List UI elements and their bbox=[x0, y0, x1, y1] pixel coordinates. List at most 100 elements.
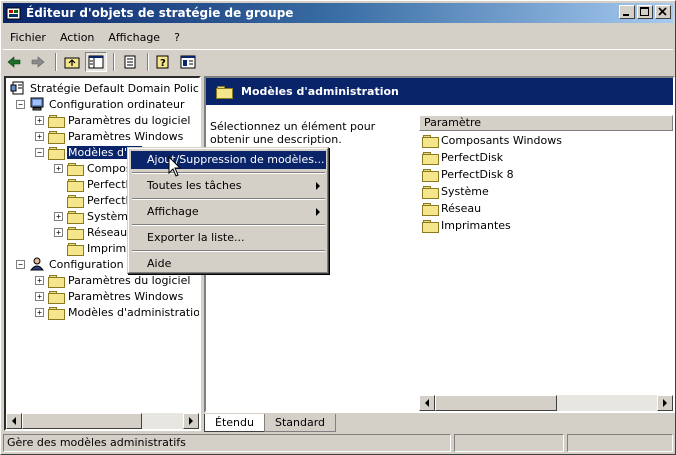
tree-label-cc-windows: Paramètres Windows bbox=[68, 129, 184, 143]
tree-item-cc-software[interactable]: + Paramètres du logiciel bbox=[35, 112, 191, 128]
mouse-cursor-icon bbox=[168, 155, 182, 178]
menu-item-help[interactable]: Aide bbox=[131, 255, 326, 273]
menu-action[interactable]: Action bbox=[53, 29, 101, 46]
folder-icon bbox=[67, 162, 84, 176]
collapse-icon[interactable]: − bbox=[16, 259, 25, 269]
list-item[interactable]: Composants Windows bbox=[422, 132, 562, 149]
menu-affichage[interactable]: Affichage bbox=[101, 29, 167, 46]
tree-item-user-config[interactable]: − Configuration ut bbox=[16, 256, 139, 272]
maximize-button[interactable] bbox=[637, 5, 653, 19]
folder-icon bbox=[422, 202, 439, 216]
details-title: Modèles d'administration bbox=[241, 85, 399, 98]
export-list-icon[interactable] bbox=[119, 52, 141, 72]
close-button[interactable] bbox=[655, 5, 671, 19]
submenu-arrow-icon bbox=[316, 182, 320, 190]
tree-horizontal-scrollbar[interactable] bbox=[6, 413, 199, 429]
expand-icon[interactable]: + bbox=[54, 163, 63, 173]
menu-fichier[interactable]: Fichier bbox=[3, 29, 53, 46]
computer-icon bbox=[29, 97, 45, 111]
list-item[interactable]: Système bbox=[422, 183, 489, 200]
tree-label-child: Compos bbox=[87, 161, 132, 175]
column-header-parametre[interactable]: Paramètre bbox=[419, 115, 673, 131]
tree-item-cc-admin-child[interactable]: Imprima bbox=[67, 240, 134, 256]
menu-help[interactable]: ? bbox=[167, 29, 187, 46]
minimize-button[interactable] bbox=[619, 5, 635, 19]
tree-item-uc-windows[interactable]: + Paramètres Windows bbox=[35, 288, 184, 304]
list-horizontal-scrollbar[interactable] bbox=[419, 395, 673, 411]
tab-etendu[interactable]: Étendu bbox=[204, 414, 265, 432]
scroll-right-icon[interactable] bbox=[183, 413, 199, 429]
context-menu: Ajout/Suppression de modèles... Toutes l… bbox=[127, 147, 329, 274]
menu-item-view[interactable]: Affichage bbox=[131, 203, 326, 221]
folder-icon bbox=[422, 134, 439, 148]
folder-icon bbox=[422, 168, 439, 182]
menu-separator bbox=[132, 172, 325, 174]
details-header: Modèles d'administration bbox=[206, 78, 673, 105]
list-item-label: Réseau bbox=[441, 202, 482, 215]
tree-item-computer-config[interactable]: − Configuration ordinateur bbox=[16, 96, 185, 112]
menu-separator bbox=[132, 250, 325, 252]
expand-icon[interactable]: + bbox=[54, 211, 63, 221]
forward-arrow-icon[interactable] bbox=[27, 52, 49, 72]
back-arrow-icon[interactable] bbox=[3, 52, 25, 72]
folder-icon bbox=[67, 178, 84, 192]
scroll-right-icon[interactable] bbox=[657, 395, 673, 411]
expand-icon[interactable]: + bbox=[35, 291, 44, 301]
show-hide-tree-icon[interactable] bbox=[85, 51, 107, 72]
expand-icon[interactable]: + bbox=[54, 227, 63, 237]
list-item[interactable]: Imprimantes bbox=[422, 217, 511, 234]
toolbar: ? bbox=[3, 49, 673, 73]
folder-icon bbox=[216, 85, 233, 99]
expand-icon[interactable]: + bbox=[35, 115, 44, 125]
menu-item-all-tasks[interactable]: Toutes les tâches bbox=[131, 177, 326, 195]
list-item-label: Imprimantes bbox=[441, 219, 511, 232]
scrollbar-thumb[interactable] bbox=[435, 395, 557, 411]
expand-icon[interactable]: + bbox=[35, 131, 44, 141]
title-bar[interactable]: Éditeur d'objets de stratégie de groupe bbox=[3, 3, 673, 23]
scroll-left-icon[interactable] bbox=[6, 413, 22, 429]
status-text: Gère des modèles administratifs bbox=[3, 434, 451, 452]
collapse-icon[interactable]: − bbox=[35, 147, 44, 157]
description-text: Sélectionnez un élément pour obtenir une… bbox=[210, 120, 376, 146]
tree-item-cc-windows[interactable]: + Paramètres Windows bbox=[35, 128, 184, 144]
scroll-left-icon[interactable] bbox=[419, 395, 435, 411]
tree-label-computer-config: Configuration ordinateur bbox=[49, 97, 185, 111]
status-panel bbox=[567, 434, 673, 452]
tree-item-cc-admin-child[interactable]: PerfectD bbox=[67, 176, 135, 192]
folder-icon bbox=[48, 114, 65, 128]
tree-item-uc-admin[interactable]: + Modèles d'administration bbox=[35, 304, 199, 320]
folder-icon bbox=[48, 130, 65, 144]
up-folder-icon[interactable] bbox=[61, 52, 83, 72]
tree-item-cc-admin-child[interactable]: + Systèm bbox=[54, 208, 129, 224]
policy-icon bbox=[10, 81, 26, 95]
expand-icon[interactable]: + bbox=[35, 307, 44, 317]
list-item[interactable]: PerfectDisk 8 bbox=[422, 166, 514, 183]
expand-icon[interactable]: + bbox=[35, 275, 44, 285]
scrollbar-thumb[interactable] bbox=[22, 413, 142, 429]
collapse-icon[interactable]: − bbox=[16, 99, 25, 109]
properties-icon[interactable] bbox=[177, 52, 199, 72]
folder-icon bbox=[48, 290, 65, 304]
tree-item-uc-software[interactable]: + Paramètres du logiciel bbox=[35, 272, 191, 288]
list-item[interactable]: Réseau bbox=[422, 200, 481, 217]
folder-icon bbox=[67, 242, 84, 256]
tree-item-cc-admin-child[interactable]: + Compos bbox=[54, 160, 133, 176]
tree-label-root: Stratégie Default Domain Policy [ta bbox=[30, 81, 199, 95]
window-title: Éditeur d'objets de stratégie de groupe bbox=[26, 6, 294, 20]
folder-icon bbox=[48, 274, 65, 288]
list-item[interactable]: PerfectDisk bbox=[422, 149, 503, 166]
toolbar-separator bbox=[113, 52, 115, 71]
tab-standard[interactable]: Standard bbox=[263, 414, 337, 432]
tree-item-cc-admin-child[interactable]: PerfectD bbox=[67, 192, 135, 208]
tree-item-root[interactable]: Stratégie Default Domain Policy [ta bbox=[10, 80, 199, 96]
folder-icon bbox=[422, 219, 439, 233]
folder-icon bbox=[67, 210, 84, 224]
tree-item-cc-admin[interactable]: − Modèles d'ad bbox=[35, 144, 142, 160]
mmc-window: Éditeur d'objets de stratégie de groupe … bbox=[0, 0, 676, 455]
help-icon[interactable]: ? bbox=[153, 52, 175, 72]
menu-item-export-list[interactable]: Exporter la liste... bbox=[131, 229, 326, 247]
gpo-editor-icon bbox=[6, 5, 22, 21]
tree-label-user-config: Configuration ut bbox=[49, 257, 139, 271]
menu-item-add-remove-templates[interactable]: Ajout/Suppression de modèles... bbox=[131, 151, 326, 169]
tree-item-cc-admin-child[interactable]: + Réseau bbox=[54, 224, 128, 240]
